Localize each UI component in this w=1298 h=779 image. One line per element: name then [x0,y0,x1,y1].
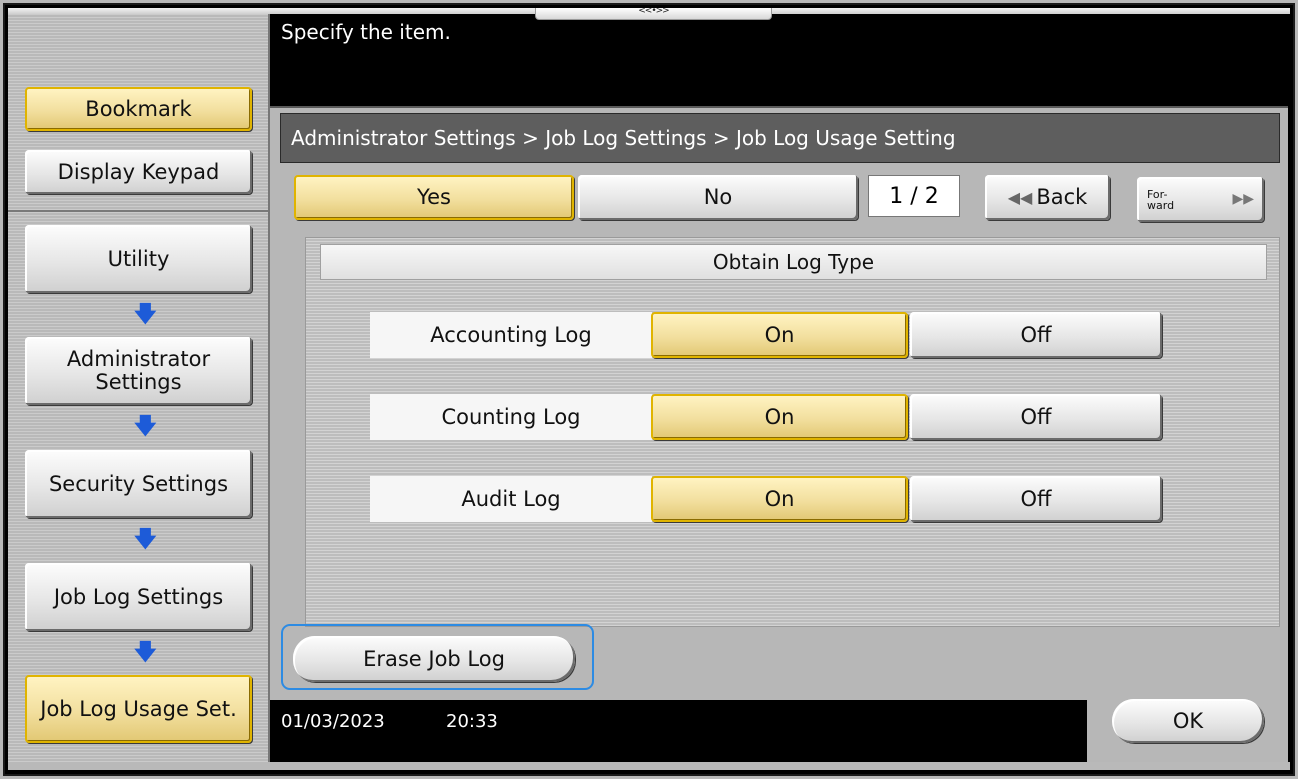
forward-button[interactable]: For-ward ▶▶ [1137,177,1264,222]
section-title: Obtain Log Type [320,244,1267,280]
sidebar-item-administrator-settings[interactable]: Administrator Settings [25,337,252,405]
accounting-log-on-button[interactable]: On [651,312,908,358]
ok-button[interactable]: OK [1112,699,1264,743]
breadcrumb: Administrator Settings > Job Log Setting… [280,113,1280,163]
counting-log-on-button[interactable]: On [651,394,908,440]
rewind-icon: ◀◀ [1007,188,1033,207]
sidebar-item-utility[interactable]: Utility [25,225,252,293]
instruction-message: Specify the item. [281,20,451,44]
back-button[interactable]: ◀◀ Back [985,175,1110,220]
down-arrow-icon: 🡇 [134,302,157,327]
down-arrow-icon: 🡇 [134,640,157,665]
date-display: 01/03/2023 [281,711,385,732]
status-bar [270,700,1087,762]
bottom-strip [8,762,1290,770]
no-button[interactable]: No [578,175,858,220]
screen: <<•>> Bookmark Display Keypad Utility 🡇 … [0,0,1298,779]
audit-log-label: Audit Log [370,476,652,522]
down-arrow-icon: 🡇 [134,414,157,439]
yes-button[interactable]: Yes [294,175,574,220]
bookmark-button[interactable]: Bookmark [25,87,252,131]
fast-forward-icon: ▶▶ [1232,191,1254,207]
audit-log-on-button[interactable]: On [651,476,908,522]
counting-log-label: Counting Log [370,394,652,440]
sidebar-item-job-log-usage-set[interactable]: Job Log Usage Set. [25,675,252,743]
audit-log-off-button[interactable]: Off [910,476,1162,522]
page-indicator: 1 / 2 [868,175,960,217]
sidebar-divider [8,210,268,212]
accounting-log-label: Accounting Log [370,312,652,358]
display-keypad-button[interactable]: Display Keypad [25,150,252,194]
top-pull-tab[interactable]: <<•>> [535,6,772,20]
sidebar-item-security-settings[interactable]: Security Settings [25,450,252,518]
forward-label: For-ward [1147,187,1175,212]
tab-grip-icon: <<•>> [638,6,669,16]
down-arrow-icon: 🡇 [134,527,157,552]
accounting-log-off-button[interactable]: Off [910,312,1162,358]
time-display: 20:33 [446,711,498,732]
sidebar-item-job-log-settings[interactable]: Job Log Settings [25,563,252,631]
back-label: Back [1036,185,1088,209]
counting-log-off-button[interactable]: Off [910,394,1162,440]
focus-highlight [281,624,594,690]
